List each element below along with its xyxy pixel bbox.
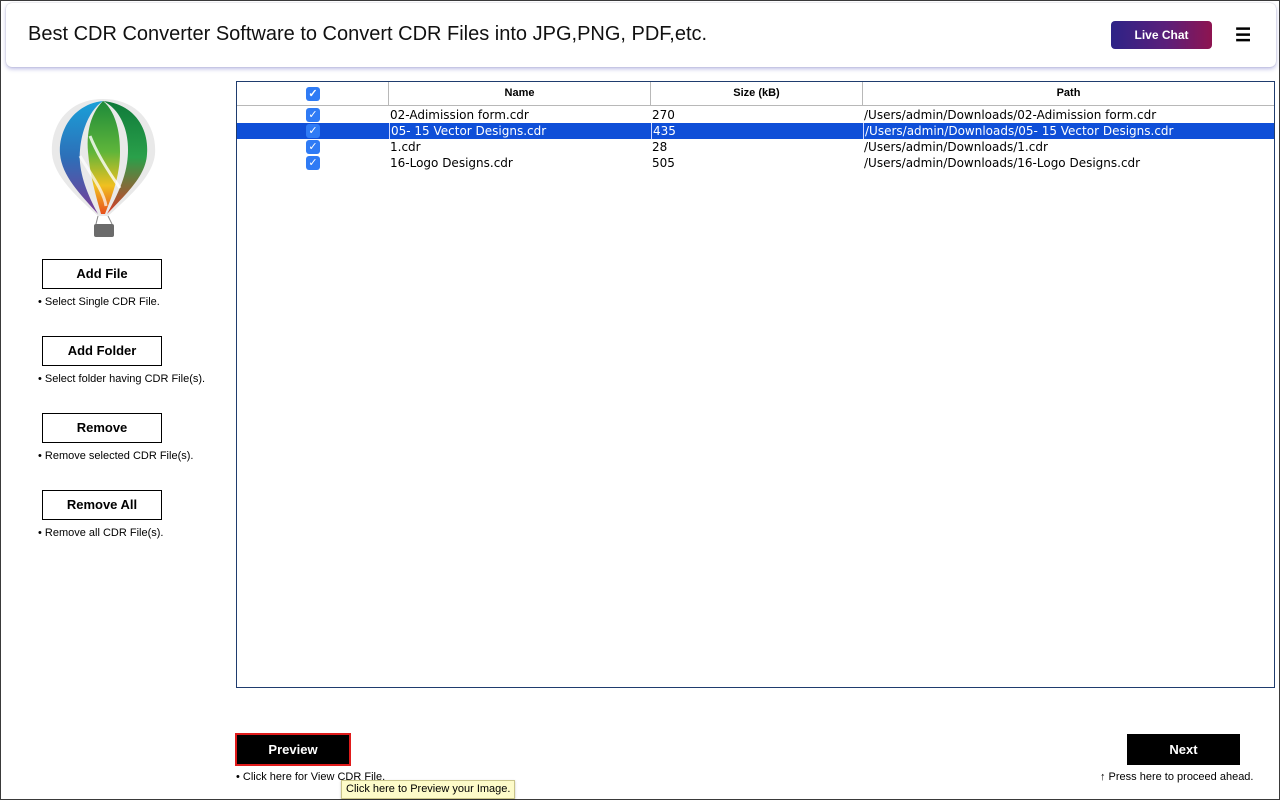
file-table[interactable]: ✓ Name Size (kB) Path ✓ 02-Adimission fo…	[236, 81, 1275, 688]
file-path: /Users/admin/Downloads/16-Logo Designs.c…	[864, 156, 1141, 170]
file-name: 16-Logo Designs.cdr	[390, 156, 513, 170]
remove-all-hint: • Remove all CDR File(s).	[38, 527, 164, 539]
column-size[interactable]: Size (kB)	[651, 82, 863, 106]
select-all-checkbox[interactable]: ✓	[306, 87, 320, 101]
row-checkbox[interactable]: ✓	[306, 108, 320, 122]
page-title: Best CDR Converter Software to Convert C…	[28, 23, 708, 45]
header-bar: Best CDR Converter Software to Convert C…	[6, 3, 1276, 67]
preview-button[interactable]: Preview	[235, 733, 351, 766]
file-name: 02-Adimission form.cdr	[390, 108, 529, 122]
file-size: 505	[652, 156, 675, 170]
hamburger-menu-icon[interactable]: ☰	[1235, 25, 1251, 45]
file-name: 1.cdr	[390, 140, 421, 154]
next-button[interactable]: Next	[1127, 734, 1240, 765]
table-header: ✓ Name Size (kB) Path	[237, 82, 1274, 106]
column-path[interactable]: Path	[863, 82, 1274, 106]
remove-hint: • Remove selected CDR File(s).	[38, 450, 194, 462]
row-checkbox[interactable]: ✓	[306, 140, 320, 154]
table-row[interactable]: ✓ 16-Logo Designs.cdr 505 /Users/admin/D…	[237, 155, 1274, 171]
file-size: 28	[652, 140, 668, 154]
row-checkbox[interactable]: ✓	[306, 124, 320, 138]
file-name: 05- 15 Vector Designs.cdr	[389, 123, 651, 139]
add-file-button[interactable]: Add File	[42, 259, 162, 289]
row-checkbox[interactable]: ✓	[306, 156, 320, 170]
file-path: /Users/admin/Downloads/05- 15 Vector Des…	[863, 123, 1274, 139]
add-folder-hint: • Select folder having CDR File(s).	[38, 373, 206, 385]
file-size: 435	[651, 123, 863, 139]
file-path: /Users/admin/Downloads/1.cdr	[864, 140, 1048, 154]
file-path: /Users/admin/Downloads/02-Adimission for…	[864, 108, 1157, 122]
add-folder-button[interactable]: Add Folder	[42, 336, 162, 366]
remove-button[interactable]: Remove	[42, 413, 162, 443]
column-name[interactable]: Name	[389, 82, 651, 106]
table-row[interactable]: ✓ 1.cdr 28 /Users/admin/Downloads/1.cdr	[237, 139, 1274, 155]
select-all-header: ✓	[237, 82, 389, 106]
app-window: Best CDR Converter Software to Convert C…	[0, 0, 1280, 800]
add-file-hint: • Select Single CDR File.	[38, 296, 160, 308]
next-hint: ↑ Press here to proceed ahead.	[1100, 771, 1254, 783]
live-chat-button[interactable]: Live Chat	[1111, 21, 1212, 49]
file-size: 270	[652, 108, 675, 122]
coreldraw-balloon-logo	[51, 99, 156, 237]
preview-tooltip: Click here to Preview your Image.	[341, 780, 516, 799]
remove-all-button[interactable]: Remove All	[42, 490, 162, 520]
table-row[interactable]: ✓ 02-Adimission form.cdr 270 /Users/admi…	[237, 107, 1274, 123]
table-row-selected[interactable]: ✓ 05- 15 Vector Designs.cdr 435 /Users/a…	[237, 123, 1274, 139]
